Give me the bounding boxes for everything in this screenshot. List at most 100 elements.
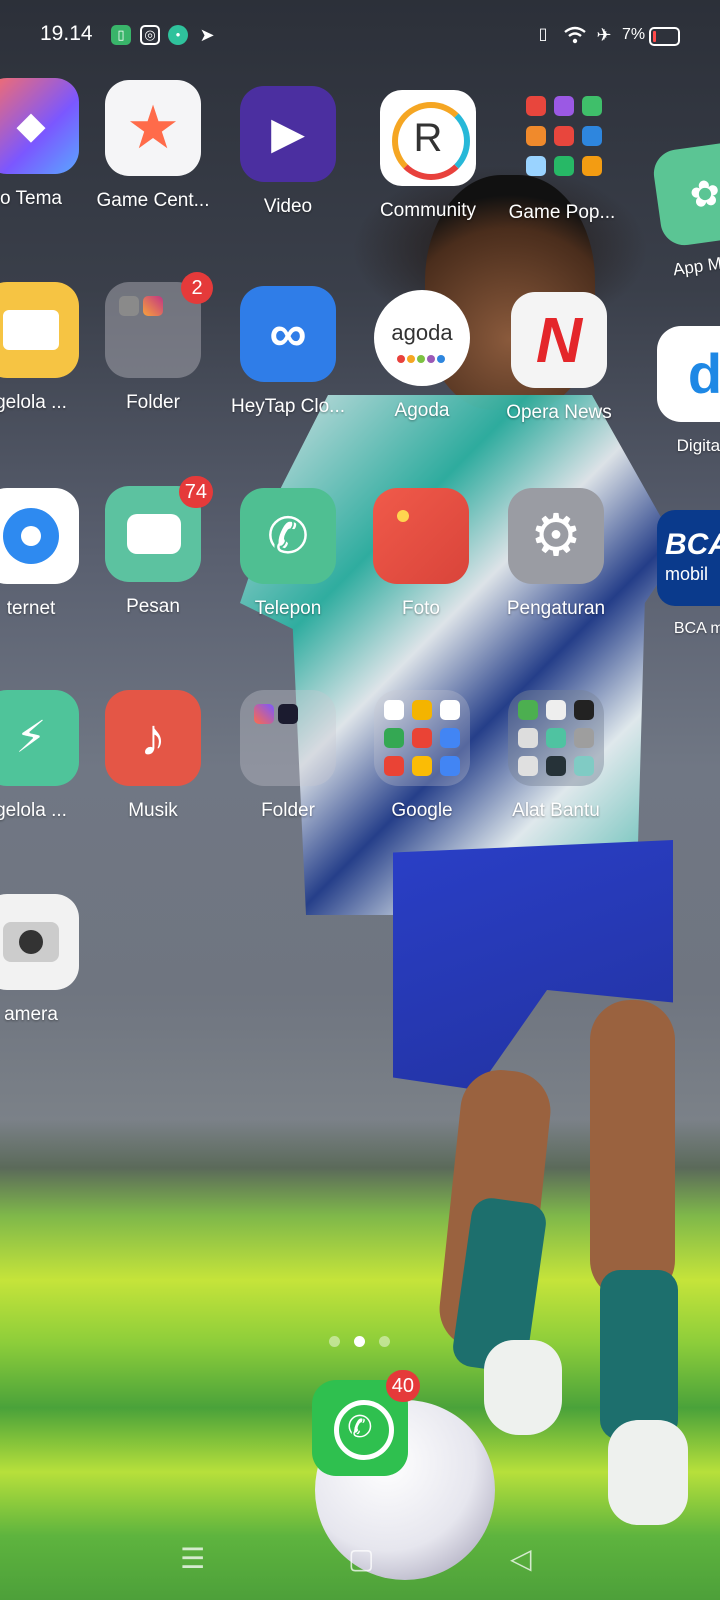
phone-icon: ✆ [240,488,336,584]
wallpaper-player-shoe [608,1420,688,1525]
game-center-star-icon: ★ [105,80,201,176]
notification-badge: 40 [385,1370,420,1402]
app-label: Digitale [676,436,720,455]
folder-label: Game Pop... [508,202,616,223]
app-game-center[interactable]: ★ Game Cent... [88,80,218,212]
folder-google[interactable]: Google [357,690,487,822]
community-logo-icon: R [380,90,476,186]
app-label: ternet [6,598,56,619]
opera-news-icon: N [511,292,607,388]
wallpaper-player-leg [590,1000,675,1300]
app-agoda[interactable]: agoda Agoda [357,290,487,422]
bca-logo-text: BCA [665,528,720,561]
wallpaper-player-jersey [240,395,680,915]
app-pengelola-ponsel[interactable]: ⚡ gelola ... [0,690,96,822]
browser-icon [0,488,79,584]
bca-logo-icon: BCA mobil [657,510,720,606]
infinity-cloud-icon: ∞ [240,286,336,382]
app-foto[interactable]: Foto [356,488,486,620]
camera-icon [0,894,79,990]
app-label: Pengaturan [506,598,606,619]
wallpaper-player-shoe [484,1340,562,1435]
app-bca-mobile[interactable]: BCA mobil BCA mol [640,510,720,638]
page-dot[interactable] [379,1336,390,1347]
app-telepon[interactable]: ✆ Telepon [223,488,353,620]
back-icon[interactable]: ◁ [510,1542,532,1575]
folder-alat-bantu[interactable]: Alat Bantu [491,690,621,822]
app-video[interactable]: ▶ Video [223,86,353,218]
notification-badge: 74 [178,476,213,508]
app-label: Game Cent... [96,190,210,211]
tools-folder-icon [508,690,604,786]
menu-icon[interactable]: ☰ [180,1542,205,1575]
vibrate-icon: ▯ [538,26,548,43]
app-label: Musik [128,800,178,821]
bca-logo-sub: mobil [665,564,709,584]
folder-2[interactable]: Folder [223,690,353,822]
instagram-icon: ◎ [140,25,160,45]
app-pesan[interactable]: 74 Pesan [88,476,218,618]
notification-badge: 2 [181,272,213,304]
folder-icon [240,690,336,786]
folder-label: Folder [126,392,180,413]
app-label: BCA mol [673,620,720,637]
page-dot[interactable] [329,1336,340,1347]
app-label: o Tema [0,188,62,209]
app-label: gelola ... [0,392,67,413]
app-opera-news[interactable]: N Opera News [494,292,624,424]
app-label: Agoda [394,400,450,421]
page-indicator[interactable] [322,1334,397,1352]
sim-icon: ▯ [111,25,131,45]
message-icon: 74 [105,476,213,582]
app-community[interactable]: R Community [363,90,493,222]
app-label: Video [263,196,313,217]
app-label: Pesan [126,596,180,617]
page-dot-active[interactable] [354,1336,365,1347]
folder-label: Google [391,800,453,821]
app-label: Telepon [254,598,322,619]
app-app-market[interactable]: ✿ App Mar [640,139,720,279]
digitale-icon: d [657,326,720,422]
status-bar: 19.14 ▯ ◎ • ➤ ▯ ✈ 7% [0,0,720,72]
folder-file-icon [0,282,79,378]
app-tema[interactable]: ◆ o Tema [0,78,96,210]
play-icon: ▶ [240,86,336,182]
clock: 19.14 [40,22,93,45]
app-label: amera [4,1004,58,1025]
folder-game-pop[interactable]: Game Pop... [497,92,627,224]
app-digitale[interactable]: d Digitale [640,326,720,456]
game-folder-grid-icon [514,92,610,188]
theme-store-icon: ◆ [0,78,79,174]
telegram-icon: ➤ [199,25,215,45]
app-label: HeyTap Clo... [230,396,346,417]
airplane-mode-icon: ✈ [596,25,612,45]
app-label: Opera News [506,402,612,423]
app-pengelola-file[interactable]: gelola ... [0,282,96,414]
folder-label: Folder [261,800,315,821]
app-internet[interactable]: ternet [0,488,96,620]
folder-label: Alat Bantu [512,800,600,821]
app-market-icon: ✿ [650,139,720,249]
chat-icon: • [168,25,188,45]
wallpaper-player-sock [600,1270,678,1440]
photos-icon [373,488,469,584]
app-pengaturan[interactable]: ⚙ Pengaturan [491,488,621,620]
battery-icon [649,27,680,46]
app-heytap-cloud[interactable]: ∞ HeyTap Clo... [223,286,353,418]
dock-whatsapp[interactable]: ✆ 40 [295,1370,425,1476]
music-note-icon: ♪ [105,690,201,786]
folder-icon: 2 [105,272,213,378]
folder-1[interactable]: 2 Folder [88,272,218,414]
wifi-icon [564,26,586,44]
google-folder-icon [374,690,470,786]
whatsapp-icon: ✆ 40 [312,1370,420,1476]
app-label: Foto [401,598,441,619]
app-label: Community [379,200,477,221]
home-icon[interactable]: ▢ [348,1542,374,1575]
shield-bolt-icon: ⚡ [0,690,79,786]
agoda-logo-text: agoda [391,320,453,345]
app-label: gelola ... [0,800,67,821]
app-musik[interactable]: ♪ Musik [88,690,218,822]
app-kamera[interactable]: amera [0,894,96,1026]
battery-percent: 7% [622,26,646,43]
